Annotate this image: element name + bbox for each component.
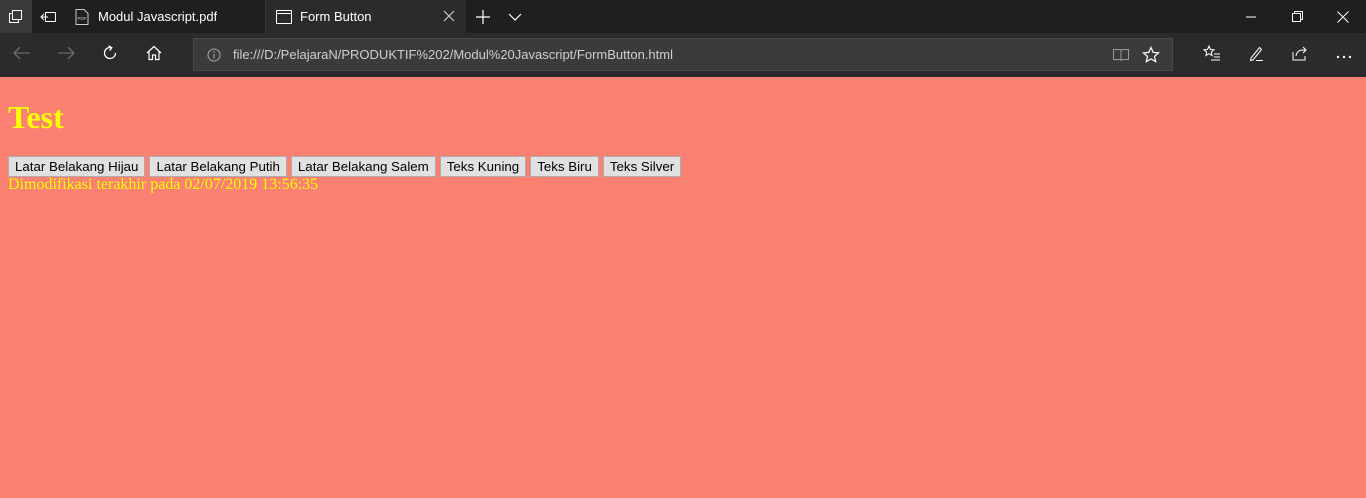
close-window-button[interactable] [1320,0,1366,33]
favorites-list-icon [1202,44,1221,66]
favorites-button[interactable] [1190,33,1234,77]
info-icon[interactable] [207,48,221,62]
arrow-left-icon [13,46,31,65]
home-button[interactable] [132,33,176,77]
tab-preview-button[interactable] [502,0,528,33]
tab-label: Form Button [300,9,372,24]
page-content: Test Latar Belakang Hijau Latar Belakang… [0,77,1366,498]
navigation-bar: file:///D:/PelajaraN/PRODUKTIF%202/Modul… [0,33,1366,77]
text-yellow-button[interactable]: Teks Kuning [439,156,527,177]
tab-modul-javascript[interactable]: PDF Modul Javascript.pdf [64,0,266,33]
text-blue-button[interactable]: Teks Biru [530,156,599,177]
arrow-right-icon [57,46,75,65]
chevron-down-icon [508,13,522,21]
home-icon [146,45,162,66]
refresh-button[interactable] [88,33,132,77]
tab-bar: PDF Modul Javascript.pdf Form Button [0,0,1366,33]
back-button[interactable] [0,33,44,77]
bg-white-button[interactable]: Latar Belakang Putih [149,156,287,177]
reading-view-icon[interactable] [1112,46,1130,64]
bg-green-button[interactable]: Latar Belakang Hijau [8,156,146,177]
restore-button[interactable] [1274,0,1320,33]
last-modified-text: Dimodifikasi terakhir pada 02/07/2019 13… [8,176,319,193]
restore-icon [1291,11,1303,22]
svg-text:PDF: PDF [78,16,87,21]
pen-icon [1248,45,1264,66]
address-bar[interactable]: file:///D:/PelajaraN/PRODUKTIF%202/Modul… [193,38,1173,71]
tab-manager-button[interactable] [0,0,32,33]
minimize-icon [1246,16,1256,18]
close-tab-icon[interactable] [442,9,456,23]
address-url[interactable]: file:///D:/PelajaraN/PRODUKTIF%202/Modul… [233,47,673,62]
page-icon [276,9,292,25]
pdf-icon: PDF [74,8,90,25]
minimize-button[interactable] [1228,0,1274,33]
page-heading: Test [8,99,64,135]
add-notes-button[interactable] [1234,33,1278,77]
settings-more-button[interactable] [1322,33,1366,77]
tab-form-button[interactable]: Form Button [266,0,466,33]
forward-button[interactable] [44,33,88,77]
tab-manager-icon [9,9,23,24]
tab-label: Modul Javascript.pdf [98,9,218,24]
refresh-icon [102,44,118,66]
close-icon [1337,10,1349,23]
bg-salmon-button[interactable]: Latar Belakang Salem [290,156,436,177]
set-tabs-aside-button[interactable] [32,0,64,33]
star-icon[interactable] [1142,46,1160,64]
plus-icon [476,9,490,24]
text-silver-button[interactable]: Teks Silver [602,156,682,177]
button-row: Latar Belakang Hijau Latar Belakang Puti… [8,156,1358,177]
set-aside-icon [40,10,56,24]
share-icon [1292,45,1308,66]
share-button[interactable] [1278,33,1322,77]
more-dots-icon [1336,46,1352,64]
new-tab-button[interactable] [470,0,496,33]
